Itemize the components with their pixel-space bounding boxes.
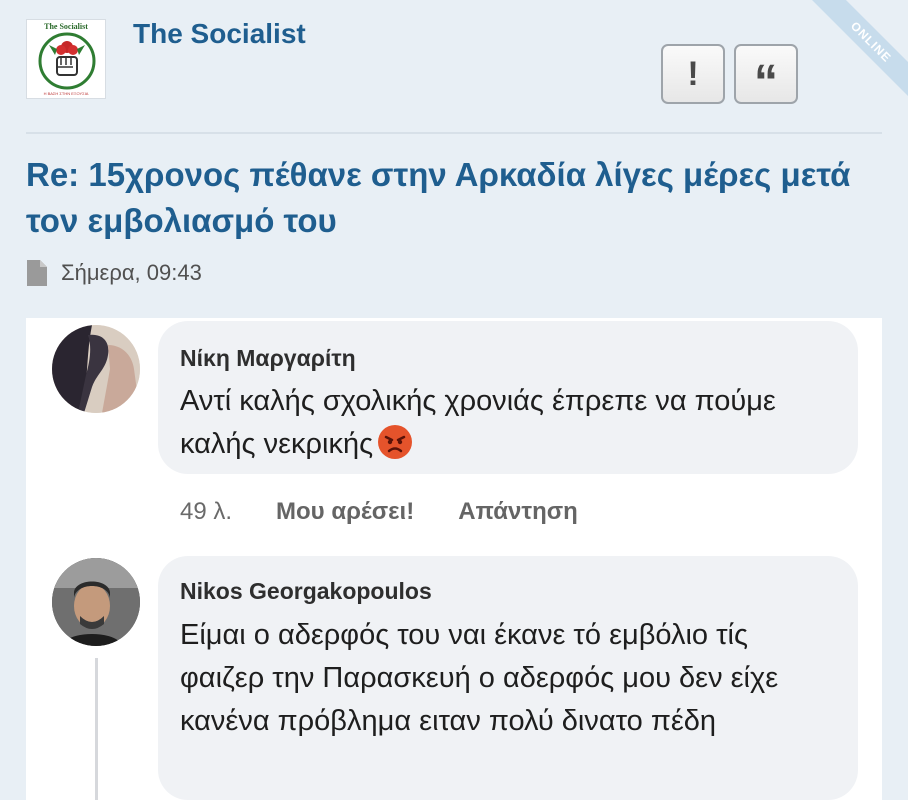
header-divider <box>26 132 882 134</box>
username[interactable]: The Socialist <box>133 18 306 50</box>
comment-time: 49 λ. <box>180 498 233 525</box>
commenter-avatar[interactable] <box>52 325 140 413</box>
exclamation-icon: ! <box>687 54 699 93</box>
post-meta: Σήμερα, 09:43 <box>26 258 202 288</box>
profile-photo-icon <box>52 325 140 413</box>
comment-actions: 49 λ. Μου αρέσει! Απάντηση <box>180 498 578 526</box>
comment-text-content: Αντί καλής σχολικής χρονιάς έπρεπε να πο… <box>180 385 776 460</box>
profile-photo-icon <box>52 558 140 646</box>
reply-thread-line <box>95 658 98 800</box>
rose-fist-logo-icon <box>38 32 96 90</box>
quote-button[interactable]: “ <box>734 44 798 109</box>
report-button[interactable]: ! <box>661 44 725 104</box>
quote-icon: “ <box>754 56 778 109</box>
user-avatar[interactable]: The Socialist Η ΒΑΣΗ ΣΤΗΝ ΕΞΟΥΣΙΑ <box>26 19 106 99</box>
reply-button[interactable]: Απάντηση <box>458 498 578 526</box>
comment-author[interactable]: Nikos Georgakopoulos <box>180 578 432 605</box>
embedded-screenshot: Νίκη Μαργαρίτη Αντί καλής σχολικής χρονι… <box>26 318 882 800</box>
post-date: Σήμερα, 09:43 <box>61 260 202 285</box>
comment-text: Είμαι ο αδερφός του ναι έκανε τό εμβόλιο… <box>180 619 779 737</box>
avatar-logo-subtitle: Η ΒΑΣΗ ΣΤΗΝ ΕΞΟΥΣΙΑ <box>43 91 89 96</box>
angry-face-emoji-icon <box>378 425 413 459</box>
like-button[interactable]: Μου αρέσει! <box>276 498 414 526</box>
comment-text: Αντί καλής σχολικής χρονιάς έπρεπε να πο… <box>180 380 840 466</box>
thread-title: Re: 15χρονος πέθανε στην Αρκαδία λίγες μ… <box>26 156 851 239</box>
document-icon <box>27 260 47 286</box>
online-status-badge: ONLINE <box>809 0 908 104</box>
commenter-avatar[interactable] <box>52 558 140 646</box>
post-header: The Socialist Η ΒΑΣΗ ΣΤΗΝ ΕΞΟΥΣΙΑ The So… <box>0 0 908 132</box>
avatar-logo-title: The Socialist <box>44 22 88 31</box>
comment-author[interactable]: Νίκη Μαργαρίτη <box>180 345 356 372</box>
online-status-ribbon: ONLINE <box>798 0 908 110</box>
